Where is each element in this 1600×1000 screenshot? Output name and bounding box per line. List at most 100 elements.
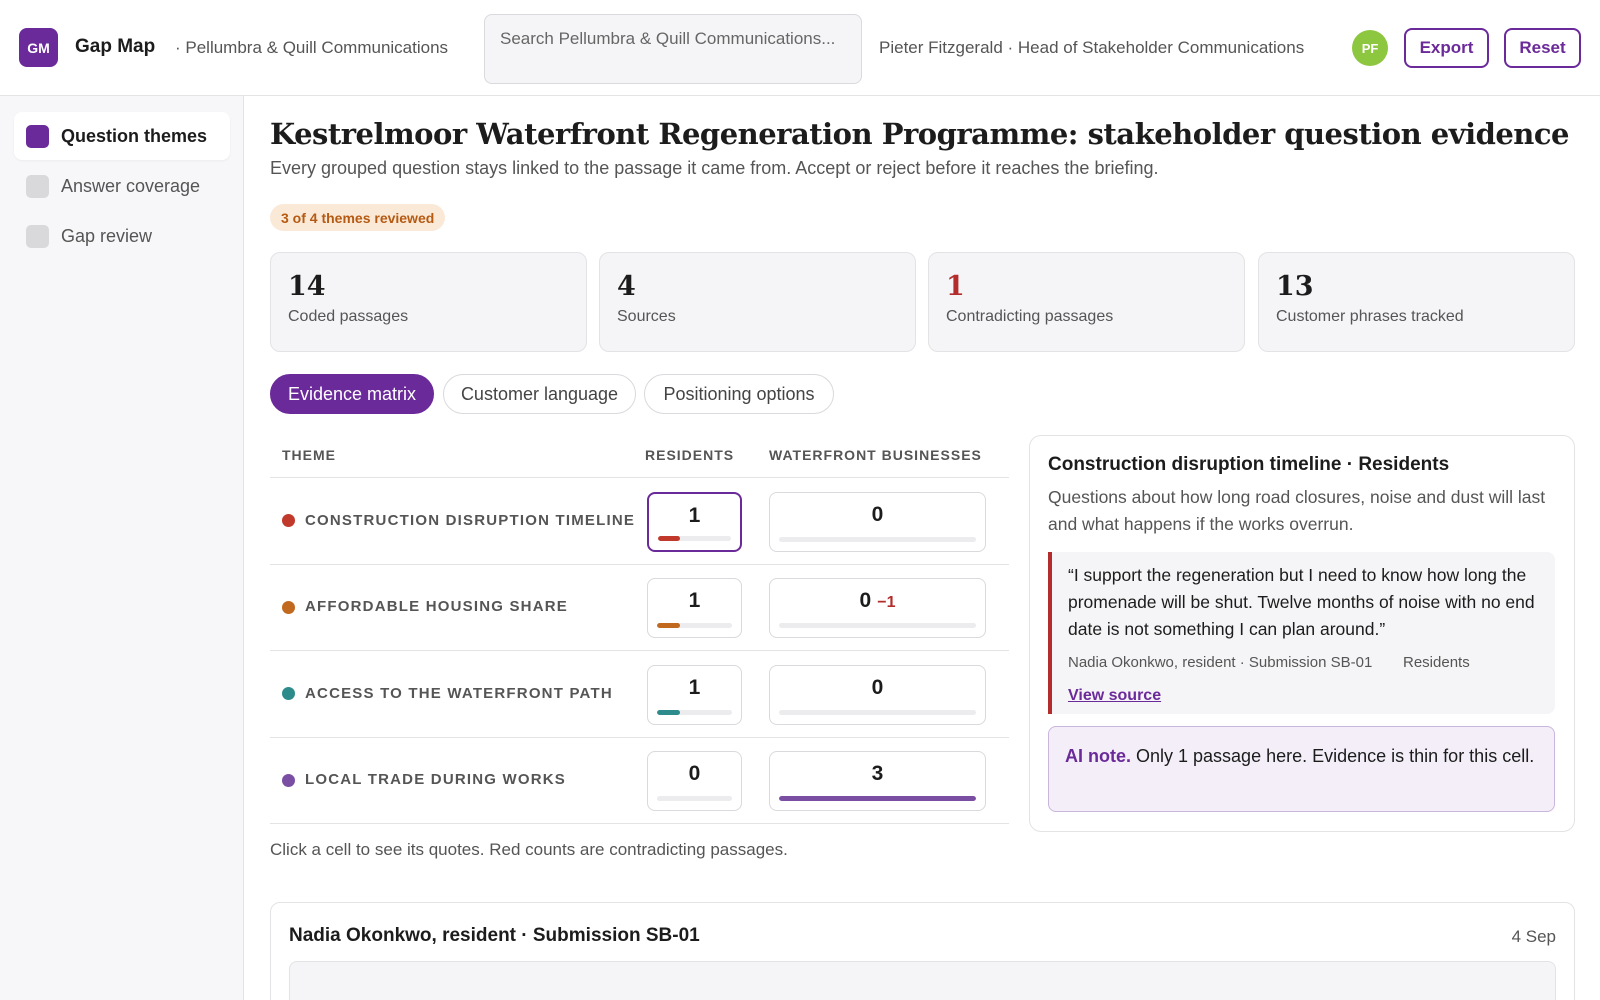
cell-bar (779, 623, 976, 628)
stat-card-contradicting-passages: 1 Contradicting passages (928, 252, 1245, 352)
stat-value: 13 (1276, 271, 1314, 302)
theme-label: LOCAL TRADE DURING WORKS (305, 771, 567, 788)
user-name-role: Pieter Fitzgerald · Head of Stakeholder … (879, 38, 1305, 57)
quote-segment: Residents (1403, 654, 1470, 671)
app-name: Gap Map (75, 36, 156, 57)
stat-card-coded-passages: 14 Coded passages (270, 252, 587, 352)
detail-title: Construction disruption timeline · Resid… (1048, 454, 1450, 475)
ai-note: AI note. Only 1 passage here. Evidence i… (1048, 726, 1555, 812)
row-divider (270, 564, 1009, 565)
source-excerpt (289, 961, 1556, 1000)
matrix-cell-businesses[interactable]: 3 (769, 751, 986, 811)
cell-bar (657, 710, 732, 715)
sidebar-item-label: Question themes (61, 125, 208, 146)
cell-bar (779, 710, 976, 715)
avatar[interactable]: PF (1352, 30, 1388, 66)
square-icon (26, 124, 49, 148)
cell-bar-fill (657, 710, 680, 715)
sidebar-item-label: Answer coverage (61, 175, 201, 196)
matrix-cell-businesses[interactable]: 0 (769, 665, 986, 725)
cell-bar (779, 537, 976, 542)
matrix-hint: Click a cell to see its quotes. Red coun… (270, 840, 788, 859)
contradicting-count: −1 (877, 594, 896, 611)
theme-label: CONSTRUCTION DISRUPTION TIMELINE (305, 512, 636, 529)
theme-color-dot (282, 601, 295, 614)
square-icon (26, 174, 49, 198)
theme-color-dot (282, 514, 295, 527)
theme-color-dot (282, 774, 295, 787)
page-subtitle: Every grouped question stays linked to t… (270, 158, 1159, 178)
cell-detail-panel: Construction disruption timeline · Resid… (1029, 435, 1575, 832)
cell-count-value: 0 (859, 589, 872, 612)
square-icon (26, 224, 49, 248)
row-divider (270, 737, 1009, 738)
source-date: 4 Sep (1511, 927, 1556, 946)
cell-bar (657, 623, 732, 628)
organization-name: · Pellumbra & Quill Communications (175, 38, 449, 57)
cell-bar-fill (657, 623, 680, 628)
row-divider (270, 823, 1009, 824)
stat-value: 1 (946, 271, 965, 302)
cell-count-value: 0 (871, 503, 884, 526)
cell-count: 0 (770, 676, 985, 700)
quote-card: “I support the regeneration but I need t… (1048, 552, 1555, 714)
ai-note-prefix: AI note. (1065, 746, 1131, 766)
sidebar-item-label: Gap review (61, 225, 153, 246)
sidebar-item-answer-coverage[interactable]: Answer coverage (14, 162, 230, 210)
cell-bar (779, 796, 976, 801)
stat-value: 4 (617, 271, 636, 302)
cell-count: 1 (688, 676, 701, 699)
cell-bar (658, 536, 731, 541)
ai-note-text: Only 1 passage here. Evidence is thin fo… (1131, 746, 1535, 766)
tab-customer-language[interactable]: Customer language (443, 374, 636, 414)
stat-card-customer-phrases: 13 Customer phrases tracked (1258, 252, 1575, 352)
search-input[interactable]: Search Pellumbra & Quill Communications.… (484, 14, 862, 84)
stat-label: Coded passages (288, 308, 409, 325)
sidebar-item-gap-review[interactable]: Gap review (14, 212, 230, 260)
matrix-cell-residents[interactable]: 1 (647, 578, 742, 638)
status-badge: 3 of 4 themes reviewed (270, 204, 446, 231)
reset-button[interactable]: Reset (1504, 28, 1581, 68)
quote-text: “I support the regeneration but I need t… (1068, 565, 1535, 639)
row-divider (270, 650, 1009, 651)
column-header-residents: RESIDENTS (645, 447, 735, 463)
source-title: Nadia Okonkwo, resident · Submission SB-… (289, 925, 700, 946)
top-bar: GM Gap Map · Pellumbra & Quill Communica… (0, 0, 1600, 96)
column-header-theme: THEME (282, 447, 336, 463)
sidebar: Question themes Answer coverage Gap revi… (0, 96, 244, 1000)
matrix-cell-businesses[interactable]: 0 (769, 492, 986, 552)
theme-label: AFFORDABLE HOUSING SHARE (305, 598, 568, 615)
page-title: Kestrelmoor Waterfront Regeneration Prog… (270, 117, 1570, 151)
tab-positioning-options[interactable]: Positioning options (644, 374, 834, 414)
export-button[interactable]: Export (1404, 28, 1489, 68)
matrix-cell-residents[interactable]: 1 (647, 492, 742, 552)
view-source-link[interactable]: View source (1068, 687, 1161, 705)
cell-count: 0 (688, 762, 701, 785)
sidebar-item-question-themes[interactable]: Question themes (14, 112, 230, 160)
cell-count: 0 (770, 503, 985, 527)
app-logo: GM (19, 28, 58, 67)
matrix-cell-residents[interactable]: 0 (647, 751, 742, 811)
cell-count: 1 (688, 589, 701, 612)
tab-evidence-matrix[interactable]: Evidence matrix (270, 374, 434, 414)
stat-value: 14 (288, 271, 326, 302)
source-card: Nadia Okonkwo, resident · Submission SB-… (270, 902, 1575, 1000)
theme-color-dot (282, 687, 295, 700)
theme-label: ACCESS TO THE WATERFRONT PATH (305, 685, 613, 702)
cell-count: 0 −1 (770, 589, 985, 613)
cell-bar-fill (658, 536, 680, 541)
cell-count-value: 0 (871, 676, 884, 699)
detail-description: Questions about how long road closures, … (1048, 487, 1546, 534)
row-divider (270, 477, 1009, 478)
matrix-cell-businesses[interactable]: 0 −1 (769, 578, 986, 638)
column-header-businesses: WATERFRONT BUSINESSES (769, 447, 982, 463)
stat-card-sources: 4 Sources (599, 252, 916, 352)
cell-bar (657, 796, 732, 801)
stat-label: Customer phrases tracked (1276, 308, 1464, 325)
cell-bar-fill (779, 796, 976, 801)
cell-count-value: 3 (871, 762, 884, 785)
cell-count: 1 (688, 504, 701, 527)
matrix-cell-residents[interactable]: 1 (647, 665, 742, 725)
quote-source: Nadia Okonkwo, resident · Submission SB-… (1068, 654, 1373, 671)
stat-label: Sources (617, 308, 676, 325)
